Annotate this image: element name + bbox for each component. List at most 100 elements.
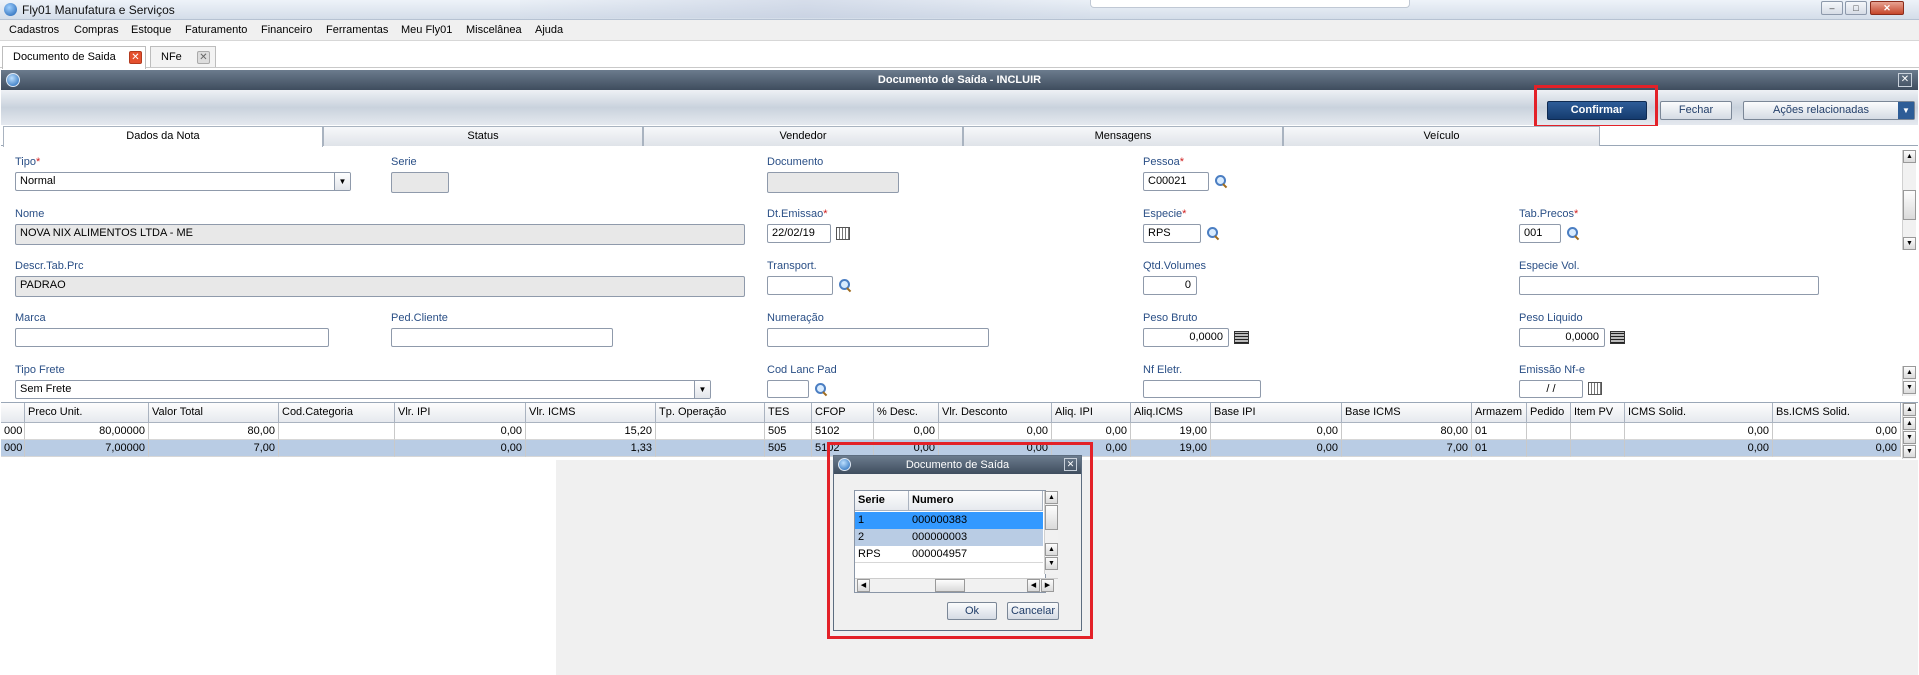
close-app-button[interactable]: ✕ xyxy=(1870,1,1904,15)
tab-documento-de-saida[interactable]: Documento de Saida ✕ xyxy=(2,46,146,69)
menu-ferramentas[interactable]: Ferramentas xyxy=(326,24,388,36)
peso-bruto-field[interactable]: 0,0000 xyxy=(1143,328,1229,347)
search-icon[interactable] xyxy=(838,278,852,292)
chevron-down-icon[interactable]: ▼ xyxy=(694,381,710,398)
scroll-down-icon[interactable]: ▼ xyxy=(1903,381,1916,394)
scroll-left-icon[interactable]: ◀ xyxy=(1027,579,1040,592)
close-tab-icon[interactable]: ✕ xyxy=(129,51,142,64)
col-icms-solid[interactable]: ICMS Solid. xyxy=(1625,403,1773,423)
list-item[interactable]: 2 000000003 xyxy=(855,529,1043,546)
related-actions-button[interactable]: Ações relacionadas ▼ xyxy=(1743,101,1915,120)
form-scrollbar-lower[interactable]: ▲ ▼ xyxy=(1902,366,1916,396)
close-dialog-icon[interactable]: ✕ xyxy=(1064,458,1077,471)
tab-vendedor[interactable]: Vendedor xyxy=(643,126,963,146)
close-button[interactable]: Fechar xyxy=(1660,101,1732,120)
col-armazem[interactable]: Armazem xyxy=(1472,403,1527,423)
ped-cliente-field[interactable] xyxy=(391,328,613,347)
scroll-bottom-icon[interactable]: ▼ xyxy=(1903,445,1916,458)
cancel-button[interactable]: Cancelar xyxy=(1007,602,1059,620)
col-cod-categoria[interactable]: Cod.Categoria xyxy=(279,403,395,423)
col-valor-total[interactable]: Valor Total xyxy=(149,403,279,423)
menu-ajuda[interactable]: Ajuda xyxy=(535,24,563,36)
col-pedido[interactable]: Pedido xyxy=(1527,403,1571,423)
tab-veiculo[interactable]: Veículo xyxy=(1283,126,1600,146)
scroll-up-icon[interactable]: ▲ xyxy=(1903,150,1916,163)
col-tp-operacao[interactable]: Tp. Operação xyxy=(656,403,765,423)
menu-faturamento[interactable]: Faturamento xyxy=(185,24,247,36)
col-vlr-ipi[interactable]: Vlr. IPI xyxy=(395,403,526,423)
col-item-pv[interactable]: Item PV xyxy=(1571,403,1625,423)
scroll-down-icon[interactable]: ▼ xyxy=(1903,431,1916,444)
scroll-top-icon[interactable]: ▲ xyxy=(1903,403,1916,416)
especie-field[interactable]: RPS xyxy=(1143,224,1201,243)
scroll-up-icon[interactable]: ▲ xyxy=(1045,543,1058,556)
scroll-down-icon[interactable]: ▼ xyxy=(1903,237,1916,250)
list-item[interactable]: 1 000000383 xyxy=(855,512,1043,529)
tab-mensagens[interactable]: Mensagens xyxy=(963,126,1283,146)
minimize-button[interactable]: – xyxy=(1821,1,1843,15)
dt-emissao-field[interactable]: 22/02/19 xyxy=(767,224,831,243)
col-base-icms[interactable]: Base ICMS xyxy=(1342,403,1472,423)
col-vlr-desconto[interactable]: Vlr. Desconto xyxy=(939,403,1052,423)
scroll-down-icon[interactable]: ▼ xyxy=(1045,557,1058,570)
menu-financeiro[interactable]: Financeiro xyxy=(261,24,312,36)
scroll-up-icon[interactable]: ▲ xyxy=(1903,366,1916,379)
col-vlr-icms[interactable]: Vlr. ICMS xyxy=(526,403,656,423)
col-aliq-ipi[interactable]: Aliq. IPI xyxy=(1052,403,1131,423)
calendar-icon[interactable] xyxy=(836,227,850,240)
marca-field[interactable] xyxy=(15,328,329,347)
nf-eletr-field[interactable] xyxy=(1143,380,1261,398)
search-icon[interactable] xyxy=(1206,226,1220,240)
qtd-volumes-field[interactable]: 0 xyxy=(1143,276,1197,295)
tipo-frete-select[interactable]: Sem Frete ▼ xyxy=(15,380,711,399)
close-window-icon[interactable]: ✕ xyxy=(1898,73,1912,87)
scroll-up-icon[interactable]: ▲ xyxy=(1045,491,1058,504)
scroll-thumb[interactable] xyxy=(935,579,965,592)
calculator-icon[interactable] xyxy=(1234,331,1249,344)
pessoa-field[interactable]: C00021 xyxy=(1143,172,1209,191)
grid-scrollbar[interactable]: ▲ ▲ ▼ ▼ xyxy=(1902,403,1916,459)
grid-header-lead[interactable] xyxy=(1,403,25,423)
list-scrollbar[interactable]: ▲ ▲ ▼ xyxy=(1044,491,1058,574)
menu-cadastros[interactable]: Cadastros xyxy=(9,24,59,36)
emissao-nfe-field[interactable]: / / xyxy=(1519,380,1583,398)
search-icon[interactable] xyxy=(1566,226,1580,240)
tab-precos-field[interactable]: 001 xyxy=(1519,224,1561,243)
scroll-thumb[interactable] xyxy=(1903,190,1916,220)
menu-miscelanea[interactable]: Miscelânea xyxy=(466,24,522,36)
chevron-down-icon[interactable]: ▼ xyxy=(334,173,350,190)
col-tes[interactable]: TES xyxy=(765,403,812,423)
list-item[interactable]: RPS 000004957 xyxy=(855,546,1043,563)
scroll-right-icon[interactable]: ▶ xyxy=(1041,579,1054,592)
menu-estoque[interactable]: Estoque xyxy=(131,24,171,36)
scroll-left-icon[interactable]: ◀ xyxy=(857,579,870,592)
col-numero[interactable]: Numero xyxy=(909,491,1043,511)
list-hscrollbar[interactable]: ◀ ◀ ▶ xyxy=(855,578,1058,592)
peso-liquido-field[interactable]: 0,0000 xyxy=(1519,328,1605,347)
col-bs-icms-solid[interactable]: Bs.ICMS Solid. xyxy=(1773,403,1901,423)
scroll-up-icon[interactable]: ▲ xyxy=(1903,417,1916,430)
menu-compras[interactable]: Compras xyxy=(74,24,119,36)
menu-meu-fly01[interactable]: Meu Fly01 xyxy=(401,24,452,36)
col-base-ipi[interactable]: Base IPI xyxy=(1211,403,1342,423)
col-preco-unit[interactable]: Preco Unit. xyxy=(25,403,149,423)
calculator-icon[interactable] xyxy=(1610,331,1625,344)
especie-vol-field[interactable] xyxy=(1519,276,1819,295)
calendar-icon[interactable] xyxy=(1588,382,1602,395)
search-icon[interactable] xyxy=(814,382,828,396)
col-cfop[interactable]: CFOP xyxy=(812,403,874,423)
numeracao-field[interactable] xyxy=(767,328,989,347)
col-aliq-icms[interactable]: Aliq.ICMS xyxy=(1131,403,1211,423)
maximize-button[interactable]: □ xyxy=(1845,1,1867,15)
ok-button[interactable]: Ok xyxy=(947,602,997,620)
col-serie[interactable]: Serie xyxy=(855,491,909,511)
tipo-select[interactable]: Normal ▼ xyxy=(15,172,351,191)
form-scrollbar[interactable]: ▲ ▼ xyxy=(1902,150,1916,250)
col-desc[interactable]: % Desc. xyxy=(874,403,939,423)
tab-status[interactable]: Status xyxy=(323,126,643,146)
tab-dados-da-nota[interactable]: Dados da Nota xyxy=(3,126,323,147)
cod-lanc-pad-field[interactable] xyxy=(767,380,809,398)
scroll-thumb[interactable] xyxy=(1045,505,1058,530)
transport-field[interactable] xyxy=(767,276,833,295)
search-icon[interactable] xyxy=(1214,174,1228,188)
